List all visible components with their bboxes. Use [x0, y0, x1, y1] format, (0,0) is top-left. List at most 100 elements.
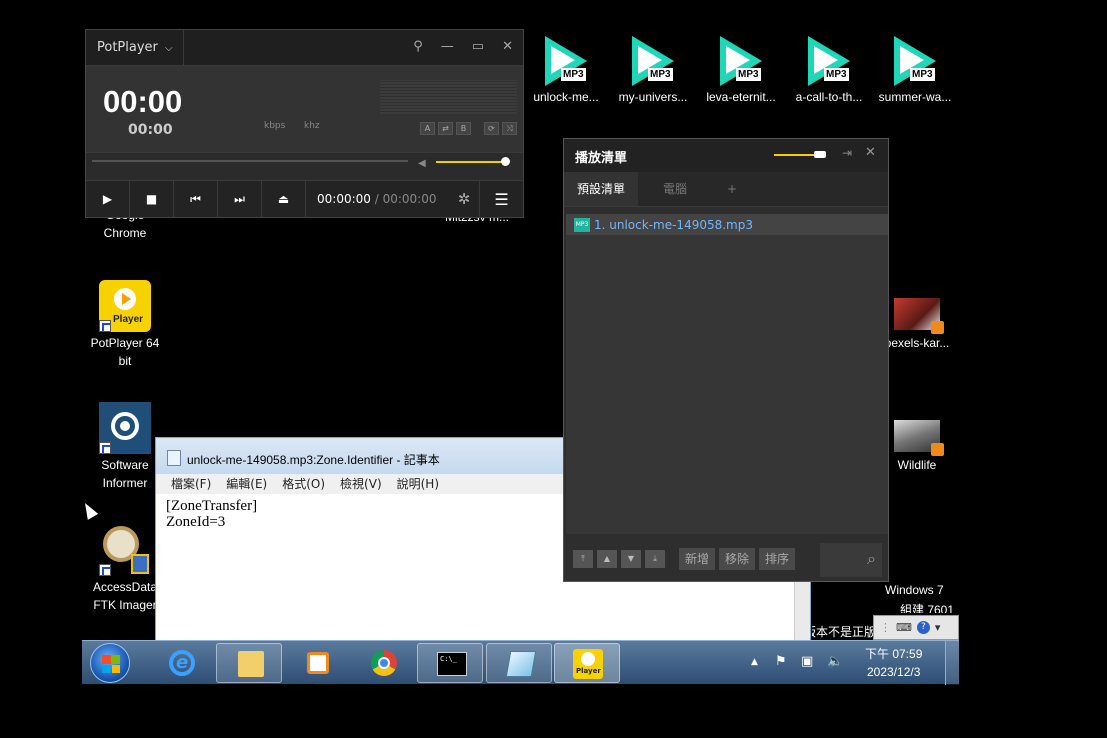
hamburger-menu-icon[interactable]: ☰: [479, 180, 523, 218]
desktop-icon-label: leva-eternit...: [706, 90, 776, 104]
opacity-knob[interactable]: [814, 151, 826, 158]
shortcut-arrow-icon: [99, 564, 111, 576]
play-button[interactable]: ▶: [86, 180, 130, 218]
media-player-icon: [307, 652, 329, 674]
bitrate-label: kbps: [264, 121, 286, 131]
opacity-slider[interactable]: [774, 154, 816, 156]
clock-date: 2023/12/3: [866, 665, 921, 679]
mp3-file-icon: MP3: [626, 34, 680, 88]
eject-button[interactable]: ⏏: [262, 180, 306, 218]
desktop-icon-unlock-me[interactable]: MP3 unlock-me...: [522, 34, 610, 106]
desktop-icon-leva-eternity[interactable]: MP3 leva-eternit...: [697, 34, 785, 106]
taskbar-notepad[interactable]: [486, 643, 552, 683]
mp3-file-icon: MP3: [888, 34, 942, 88]
grip-handle[interactable]: ⋮: [880, 621, 891, 634]
move-top-button[interactable]: ⤒: [573, 550, 593, 568]
playlist-window[interactable]: 播放清單 ⇥ ✕ 預設清單 電腦 + MP3 1. unlock-me-1490…: [563, 138, 889, 582]
help-icon[interactable]: ?: [916, 621, 930, 634]
shuffle-icon[interactable]: ⤨: [502, 122, 517, 135]
close-button[interactable]: ✕: [502, 39, 513, 54]
desktop-icon-label: Software Informer: [101, 458, 149, 490]
move-bottom-button[interactable]: ⤓: [645, 550, 665, 568]
command-prompt-icon: C:\_: [437, 652, 467, 676]
playlist-titlebar[interactable]: 播放清單 ⇥ ✕: [564, 139, 888, 172]
taskbar-potplayer[interactable]: Player: [554, 643, 620, 683]
volume-icon[interactable]: ◀: [418, 158, 426, 169]
shortcut-arrow-icon: [99, 442, 111, 454]
potplayer-menu-button[interactable]: PotPlayer ⌵: [86, 30, 184, 65]
repeat-b-button[interactable]: B: [456, 122, 471, 135]
show-hidden-icons-button[interactable]: ▲: [751, 657, 758, 667]
desktop-icon-my-universe[interactable]: MP3 my-univers...: [609, 34, 697, 106]
tab-add[interactable]: +: [712, 172, 752, 206]
tab-default-playlist[interactable]: 預設清單: [564, 172, 638, 206]
list-item[interactable]: MP3 1. unlock-me-149058.mp3: [566, 214, 888, 235]
close-icon[interactable]: ✕: [865, 145, 876, 160]
desktop-icon-label: PotPlayer 64 bit: [90, 336, 160, 368]
windows-logo-icon: [102, 655, 120, 673]
ab-toggle-button[interactable]: ⇄: [438, 122, 453, 135]
network-icon[interactable]: ▣: [801, 654, 813, 669]
pin-icon[interactable]: ⇥: [842, 146, 852, 160]
elapsed-time-large: 00:00: [103, 84, 183, 119]
desktop-icon-potplayer[interactable]: Player PotPlayer 64 bit: [80, 280, 170, 370]
taskbar-command-prompt[interactable]: C:\_: [417, 643, 483, 683]
menu-edit[interactable]: 編輯(E): [226, 474, 267, 494]
maximize-button[interactable]: ▭: [472, 39, 484, 54]
menu-help[interactable]: 說明(H): [397, 474, 439, 494]
shortcut-arrow-icon: [99, 320, 111, 332]
volume-slider[interactable]: [436, 161, 506, 163]
action-center-flag-icon[interactable]: ⚑: [775, 654, 787, 669]
desktop-icon-summer-walk[interactable]: MP3 summer-wa...: [871, 34, 959, 106]
system-tray: ▲ ⚑ ▣ 🔈 下午 07:59 2023/12/3: [747, 641, 945, 685]
menu-file[interactable]: 檔案(F): [171, 474, 211, 494]
taskbar: e C:\_ Player ▲ ⚑ ▣ 🔈 下午 07:59 2023/12/3: [82, 640, 959, 685]
start-button[interactable]: [90, 643, 130, 683]
sort-button[interactable]: 排序: [759, 548, 796, 570]
language-bar[interactable]: ⋮ ⌨ ? ▾: [873, 615, 959, 640]
next-button[interactable]: ⏭: [218, 180, 262, 218]
move-up-button[interactable]: ▲: [597, 550, 617, 568]
repeat-icon[interactable]: ⟳: [484, 122, 499, 135]
stop-button[interactable]: ■: [130, 180, 174, 218]
pin-icon[interactable]: ⚲: [413, 39, 423, 54]
potplayer-window[interactable]: PotPlayer ⌵ ⚲ — ▭ ✕ 00:00 00:00 kbps khz…: [85, 29, 524, 218]
previous-button[interactable]: ⏮: [174, 180, 218, 218]
notepad-title: unlock-me-149058.mp3:Zone.Identifier - 記…: [187, 453, 440, 467]
list-item-label: 1. unlock-me-149058.mp3: [594, 217, 753, 232]
spectrum-visualizer: [380, 80, 517, 114]
taskbar-internet-explorer[interactable]: e: [148, 643, 214, 683]
repeat-a-button[interactable]: A: [420, 122, 435, 135]
system-clock[interactable]: 下午 07:59 2023/12/3: [865, 645, 922, 681]
move-down-button[interactable]: ▼: [621, 550, 641, 568]
video-thumbnail-icon: [894, 420, 944, 456]
taskbar-chrome[interactable]: [350, 643, 416, 683]
minimize-button[interactable]: —: [441, 39, 454, 54]
watermark-build: 組建 7601: [900, 603, 955, 613]
seek-area: ◀: [86, 152, 523, 180]
tab-computer[interactable]: 電腦: [638, 172, 712, 206]
add-button[interactable]: 新增: [679, 548, 716, 570]
taskbar-potplayer-alt[interactable]: [284, 643, 350, 683]
volume-knob[interactable]: [501, 157, 510, 166]
software-informer-icon: [99, 402, 151, 454]
clock-time: 下午 07:59: [865, 647, 923, 661]
remove-button[interactable]: 移除: [719, 548, 756, 570]
ftk-imager-icon: [99, 524, 151, 576]
menu-view[interactable]: 檢視(V): [340, 474, 382, 494]
keyboard-icon[interactable]: ⌨: [896, 621, 912, 634]
menu-format[interactable]: 格式(O): [282, 474, 325, 494]
volume-muted-icon[interactable]: 🔈: [827, 654, 843, 669]
gear-icon[interactable]: ✲: [449, 190, 479, 208]
desktop-icon-label: a-call-to-th...: [795, 90, 863, 104]
seek-bar[interactable]: [92, 160, 408, 162]
potplayer-titlebar[interactable]: PotPlayer ⌵ ⚲ — ▭ ✕: [86, 30, 523, 66]
chevron-down-icon[interactable]: ▾: [935, 621, 941, 634]
taskbar-file-explorer[interactable]: [216, 643, 282, 683]
potplayer-display: 00:00 00:00 kbps khz A ⇄ B ⟳ ⤨: [86, 66, 523, 152]
search-icon[interactable]: ⌕: [820, 543, 882, 577]
show-desktop-button[interactable]: [945, 641, 959, 685]
desktop-icon-a-call-to-the[interactable]: MP3 a-call-to-th...: [785, 34, 873, 106]
watermark-notice: 此 Windows 版本不是正版: [812, 625, 876, 639]
desktop-icon-label: my-univers...: [618, 90, 688, 104]
